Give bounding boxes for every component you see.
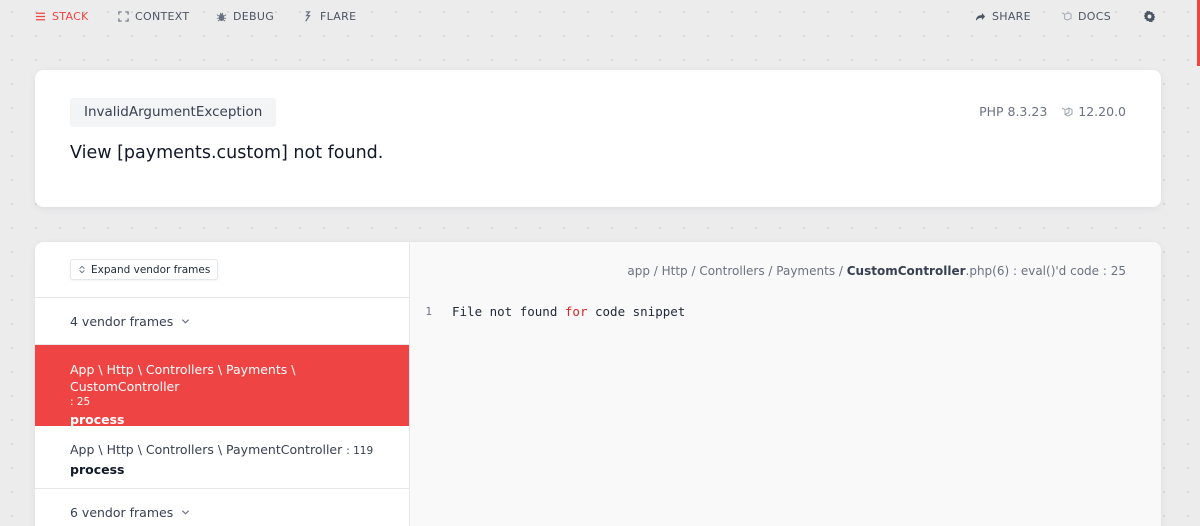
frame-class-line: App \ Http \ Controllers \ PaymentContro… — [70, 441, 374, 460]
code-text-before: File not found — [452, 304, 565, 319]
frame-class: App \ Http \ Controllers \ Payments \ Cu… — [70, 362, 296, 394]
laravel-version: 12.20.0 — [1061, 104, 1126, 119]
version-info: PHP 8.3.23 12.20.0 — [979, 104, 1126, 119]
nav-flare[interactable]: FLARE — [303, 10, 356, 23]
line-number: 1 — [425, 305, 432, 318]
expand-vendor-frames-label: Expand vendor frames — [91, 263, 211, 276]
code-text: File not found for code snippet — [440, 303, 685, 320]
nav-flare-label: FLARE — [320, 10, 357, 23]
nav-stack-label: STACK — [52, 10, 89, 23]
php-version: PHP 8.3.23 — [979, 104, 1048, 119]
exception-message: View [payments.custom] not found. — [70, 143, 384, 163]
expand-corners-icon — [118, 11, 129, 22]
nav-share-label: SHARE — [992, 10, 1031, 23]
nav-share[interactable]: SHARE — [975, 10, 1031, 23]
file-path-prefix: app / Http / Controllers / Payments / — [627, 264, 847, 278]
exception-class-badge: InvalidArgumentException — [70, 98, 277, 127]
frames-list: Expand vendor frames 4 vendor frames App… — [35, 242, 410, 526]
frames-toolbar: Expand vendor frames — [35, 242, 409, 298]
laravel-version-label: 12.20.0 — [1078, 104, 1126, 119]
exception-header-card: InvalidArgumentException View [payments.… — [35, 70, 1161, 207]
vendor-frames-group[interactable]: 4 vendor frames — [35, 298, 409, 345]
stack-icon — [35, 12, 46, 21]
nav-context[interactable]: CONTEXT — [118, 10, 189, 23]
bug-icon — [216, 12, 227, 22]
nav-debug-label: DEBUG — [233, 10, 275, 23]
top-navigation: STACK CONTEXT DEBUG FLARE SHARE DOCS — [0, 0, 1200, 34]
laravel-icon — [1062, 106, 1073, 117]
chevron-down-icon — [182, 509, 190, 515]
stack-frame-active[interactable]: App \ Http \ Controllers \ Payments \ Cu… — [35, 345, 409, 427]
code-text-after: code snippet — [587, 304, 686, 319]
vendor-frames-group[interactable]: 6 vendor frames — [35, 489, 409, 526]
gear-icon — [1143, 10, 1156, 23]
chevron-up-down-icon — [79, 265, 85, 274]
frame-line: : 119 — [346, 445, 374, 457]
nav-context-label: CONTEXT — [135, 10, 190, 23]
expand-vendor-frames-button[interactable]: Expand vendor frames — [70, 259, 219, 280]
file-path[interactable]: app / Http / Controllers / Payments / Cu… — [627, 264, 1126, 278]
frame-class: App \ Http \ Controllers \ PaymentContro… — [70, 442, 343, 457]
nav-debug[interactable]: DEBUG — [216, 10, 274, 23]
vendor-frames-label: 4 vendor frames — [70, 313, 174, 329]
share-arrow-icon — [975, 12, 986, 22]
code-line: 1 File not found for code snippet — [410, 303, 685, 320]
frame-method: process — [70, 412, 125, 427]
frame-line: : 25 — [70, 396, 91, 408]
file-path-name: CustomController — [846, 264, 966, 278]
stack-trace-card: Expand vendor frames 4 vendor frames App… — [35, 242, 1161, 526]
nav-docs-label: DOCS — [1078, 10, 1111, 23]
code-snippet-pane: app / Http / Controllers / Payments / Cu… — [410, 242, 1161, 526]
nav-docs[interactable]: DOCS — [1061, 10, 1111, 23]
chevron-down-icon — [182, 318, 190, 324]
stack-frame[interactable]: App \ Http \ Controllers \ PaymentContro… — [35, 426, 409, 489]
flare-icon — [305, 11, 311, 22]
vendor-frames-label: 6 vendor frames — [70, 504, 174, 520]
file-path-suffix: .php(6) : eval()'d code : 25 — [965, 264, 1126, 278]
code-keyword: for — [564, 304, 588, 319]
laravel-icon — [1061, 12, 1072, 21]
nav-stack[interactable]: STACK — [35, 10, 89, 23]
settings-button[interactable] — [1143, 10, 1156, 23]
frame-method: process — [70, 462, 125, 477]
